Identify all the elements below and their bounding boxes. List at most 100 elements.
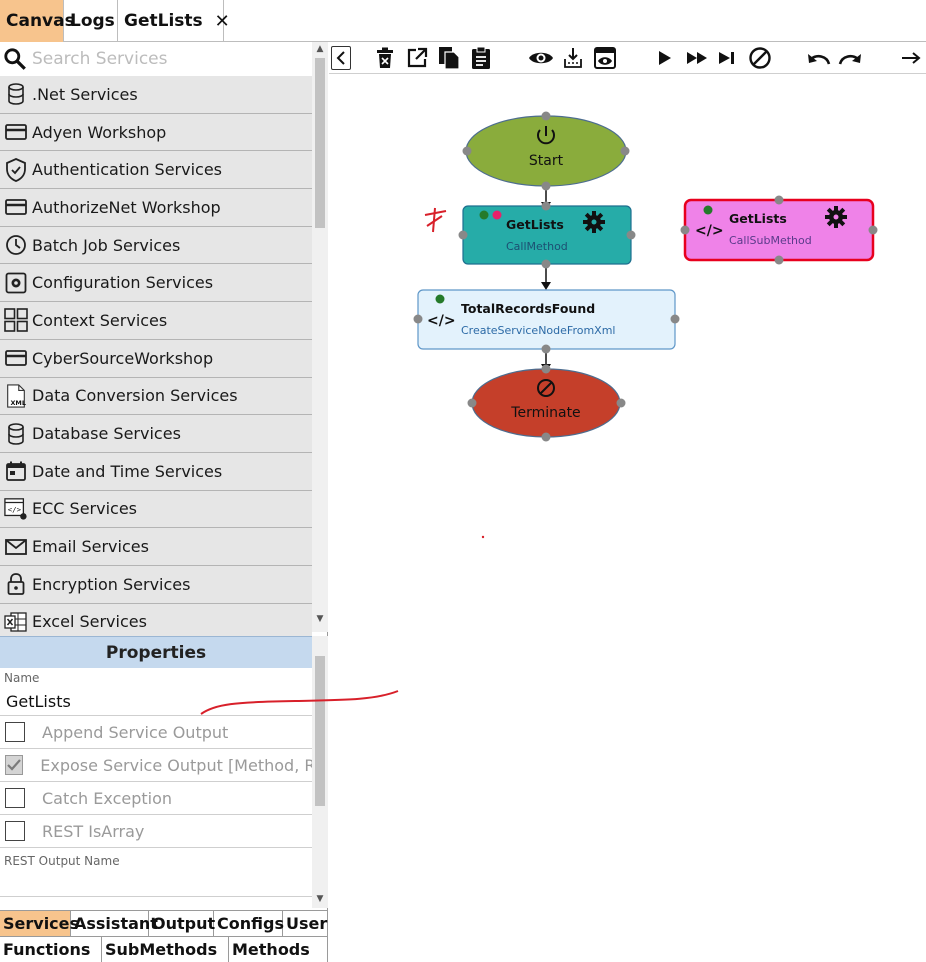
forward-button[interactable] xyxy=(899,46,923,70)
properties-title: Properties xyxy=(105,642,207,663)
import-button[interactable] xyxy=(561,46,585,70)
preview-button[interactable] xyxy=(528,46,554,70)
tab-assistant[interactable]: Assistant xyxy=(71,910,158,936)
undo-button[interactable] xyxy=(805,46,833,70)
divider xyxy=(0,847,312,848)
totalrecordsfound-node[interactable]: </> TotalRecordsFound CreateServiceNodeF… xyxy=(413,289,680,354)
delete-button[interactable] xyxy=(373,46,397,70)
service-item-date-time[interactable]: Date and Time Services xyxy=(0,452,312,491)
status-dot-green xyxy=(703,205,713,215)
tab-user[interactable]: User xyxy=(283,910,328,936)
rest-isarray-checkbox[interactable] xyxy=(5,821,25,841)
service-label: Configuration Services xyxy=(32,273,214,293)
paste-button[interactable] xyxy=(469,46,493,70)
service-label: Batch Job Services xyxy=(32,235,181,255)
gear-icon[interactable] xyxy=(583,211,605,233)
service-item-cybersource[interactable]: CyberSourceWorkshop xyxy=(0,339,312,378)
service-item-data-conversion[interactable]: XML Data Conversion Services xyxy=(0,377,312,416)
node-title: GetLists xyxy=(506,217,564,232)
run-button[interactable] xyxy=(655,46,675,70)
node-subtitle: CallMethod xyxy=(506,240,568,253)
terminate-node[interactable]: Terminate xyxy=(467,364,626,442)
option-rest-isarray[interactable]: REST IsArray xyxy=(0,814,312,847)
flow-canvas[interactable]: Start GetLists CallMethod </> GetLists C… xyxy=(329,74,926,962)
grid-icon xyxy=(4,308,28,333)
services-scroll-thumb[interactable] xyxy=(315,58,325,228)
getlists-callsubmethod-node[interactable]: </> GetLists CallSubMethod xyxy=(680,195,878,265)
view-window-button[interactable] xyxy=(593,46,617,70)
scroll-down-icon[interactable]: ▼ xyxy=(312,894,328,904)
tab-label: Functions xyxy=(3,940,91,959)
start-node[interactable]: Start xyxy=(462,111,630,191)
tab-output[interactable]: Output xyxy=(149,910,215,936)
copy-button[interactable] xyxy=(437,46,461,70)
tab-getlists[interactable]: GetLists ✕ xyxy=(118,0,230,42)
gear-icon[interactable] xyxy=(825,206,847,228)
properties-scrollbar[interactable]: ▼ xyxy=(312,636,328,908)
tab-label: Assistant xyxy=(74,914,158,933)
service-item-ecc[interactable]: </> ECC Services xyxy=(0,490,312,529)
services-scrollbar[interactable]: ▲ ▼ xyxy=(312,42,328,632)
search-services[interactable]: Search Services xyxy=(0,42,312,76)
tab-methods[interactable]: Methods xyxy=(229,936,328,962)
database-icon xyxy=(4,422,28,446)
collapse-panel-button[interactable] xyxy=(331,46,351,70)
service-item-database[interactable]: Database Services xyxy=(0,415,312,453)
option-label: Catch Exception xyxy=(42,788,173,808)
tab-services[interactable]: Services xyxy=(0,910,79,936)
service-label: Authentication Services xyxy=(32,160,223,180)
rest-output-name-field[interactable] xyxy=(0,896,312,897)
tab-getlists-label: GetLists xyxy=(124,11,203,31)
tab-configs[interactable]: Configs xyxy=(214,910,284,936)
option-append-service-output[interactable]: Append Service Output xyxy=(0,715,312,748)
option-label: REST IsArray xyxy=(42,821,145,841)
download-tray-icon xyxy=(564,48,582,68)
code-icon: </> xyxy=(427,313,456,329)
append-output-checkbox[interactable] xyxy=(5,722,25,742)
option-expose-service-output[interactable]: Expose Service Output [Method, RE... xyxy=(0,748,312,781)
service-item-configuration[interactable]: Configuration Services xyxy=(0,264,312,303)
name-field[interactable]: GetLists xyxy=(6,692,71,711)
tab-label: Configs xyxy=(217,914,284,933)
option-label: Expose Service Output [Method, RE... xyxy=(40,755,312,775)
open-external-button[interactable] xyxy=(405,46,429,70)
tab-submethods[interactable]: SubMethods xyxy=(102,936,229,962)
expose-output-checkbox[interactable] xyxy=(5,755,24,775)
close-tab-icon[interactable]: ✕ xyxy=(215,11,230,32)
service-item-authorizenet[interactable]: AuthorizeNet Workshop xyxy=(0,189,312,227)
tab-logs[interactable]: Logs xyxy=(64,0,118,42)
fast-forward-button[interactable] xyxy=(684,46,710,70)
service-item-context[interactable]: Context Services xyxy=(0,302,312,340)
scroll-down-icon[interactable]: ▼ xyxy=(312,614,328,624)
service-item-batch-job[interactable]: Batch Job Services xyxy=(0,226,312,265)
tab-functions[interactable]: Functions xyxy=(0,936,102,962)
service-item-email[interactable]: Email Services xyxy=(0,528,312,566)
service-item-adyen[interactable]: Adyen Workshop xyxy=(0,113,312,152)
option-catch-exception[interactable]: Catch Exception xyxy=(0,781,312,814)
service-item-authentication[interactable]: Authentication Services xyxy=(0,151,312,190)
flow-diagram[interactable]: Start GetLists CallMethod </> GetLists C… xyxy=(329,74,926,962)
settings-box-icon xyxy=(4,271,28,295)
tab-canvas[interactable]: Canvas xyxy=(0,0,75,42)
search-input[interactable]: Search Services xyxy=(32,49,168,69)
name-label: Name xyxy=(4,671,40,685)
properties-scroll-thumb[interactable] xyxy=(315,656,325,806)
tab-logs-label: Logs xyxy=(70,11,115,31)
top-tab-bar: Canvas Logs GetLists ✕ xyxy=(0,0,926,42)
stop-button[interactable] xyxy=(747,46,773,70)
tab-label: Methods xyxy=(232,940,310,959)
scroll-up-icon[interactable]: ▲ xyxy=(312,44,328,54)
service-item-encryption[interactable]: Encryption Services xyxy=(0,565,312,604)
status-dot-green xyxy=(435,294,445,304)
status-dot-red xyxy=(492,210,502,220)
node-title: TotalRecordsFound xyxy=(461,301,595,316)
redo-button[interactable] xyxy=(836,46,864,70)
getlists-callmethod-node[interactable]: GetLists CallMethod xyxy=(458,201,636,269)
service-item-dotnet[interactable]: .Net Services xyxy=(0,76,312,114)
step-button[interactable] xyxy=(716,46,738,70)
service-label: Context Services xyxy=(32,310,168,330)
svg-text:</>: </> xyxy=(8,505,22,514)
fast-forward-icon xyxy=(687,52,707,64)
catch-exception-checkbox[interactable] xyxy=(5,788,25,808)
service-label: Date and Time Services xyxy=(32,461,223,481)
